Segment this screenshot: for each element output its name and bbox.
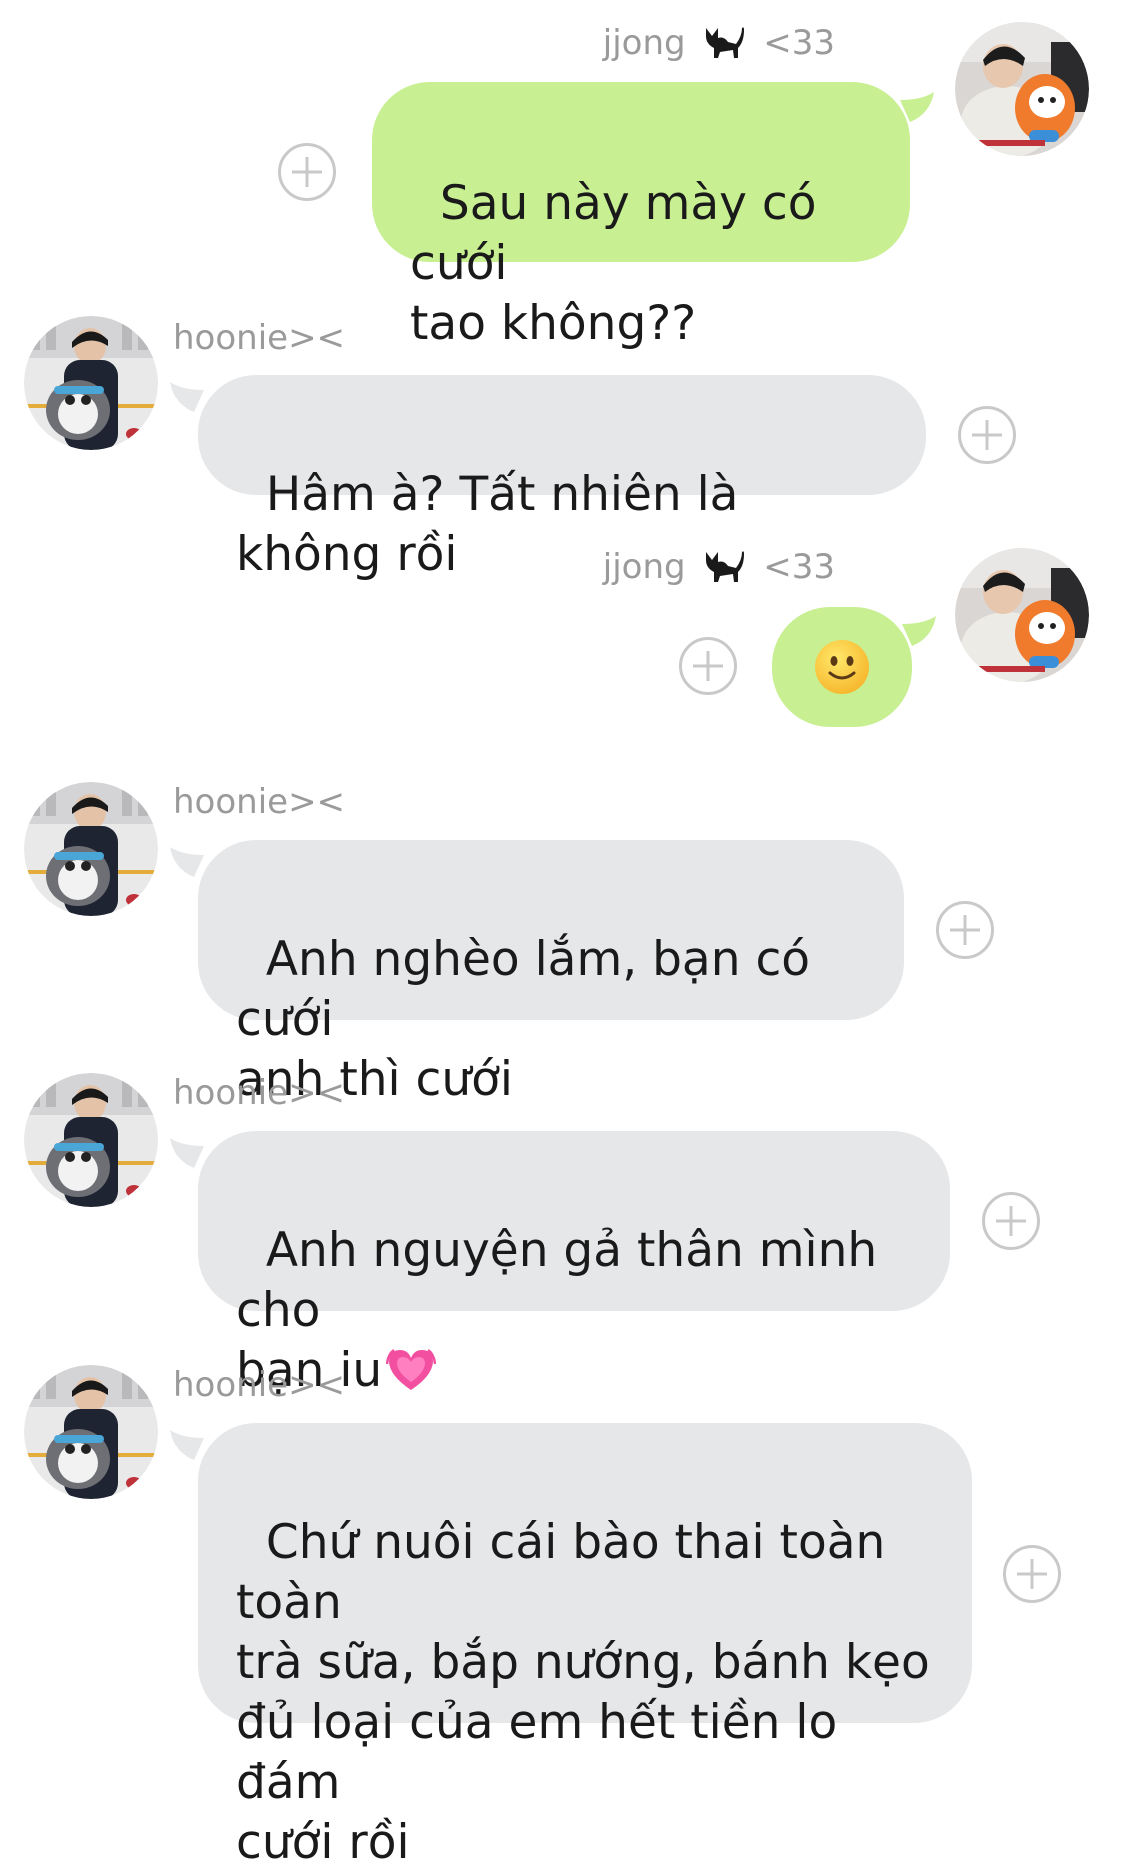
message-bubble-received[interactable]: Anh nguyện gả thân mình cho bạn iu xyxy=(198,1131,950,1398)
sender-suffix: <33 xyxy=(763,23,835,63)
add-reaction-button[interactable] xyxy=(936,901,994,959)
sender-label: hoonie>< xyxy=(173,1073,346,1113)
sender-label: jjong xyxy=(602,23,686,63)
sender-label: hoonie>< xyxy=(173,782,346,822)
sender-name-hoonie: hoonie>< xyxy=(173,782,345,822)
sender-suffix: <33 xyxy=(763,547,835,587)
sender-name-hoonie: hoonie>< xyxy=(173,1365,345,1405)
sender-name-hoonie: hoonie>< xyxy=(173,318,345,358)
add-reaction-button[interactable] xyxy=(278,143,336,201)
avatar-jjong[interactable] xyxy=(955,548,1089,682)
avatar-hoonie[interactable] xyxy=(24,782,158,916)
avatar-hoonie[interactable] xyxy=(24,1365,158,1499)
slightly-smiling-face-icon xyxy=(815,640,869,694)
avatar-hoonie[interactable] xyxy=(24,316,158,450)
bubble-tail xyxy=(170,847,204,877)
avatar-jjong[interactable] xyxy=(955,22,1089,156)
bubble-tail xyxy=(170,382,204,412)
message-bubble-sent[interactable] xyxy=(772,607,912,727)
add-reaction-button[interactable] xyxy=(958,406,1016,464)
add-reaction-button[interactable] xyxy=(1003,1545,1061,1603)
message-text: Sau này mày có cưới tao không?? xyxy=(410,176,817,351)
growing-heart-icon xyxy=(386,1348,437,1390)
sender-label: jjong xyxy=(602,547,686,587)
message-bubble-received[interactable]: Hâm à? Tất nhiên là không rồi xyxy=(198,375,926,582)
bubble-tail xyxy=(170,1430,204,1460)
sender-label: hoonie>< xyxy=(173,318,346,358)
message-text: Chứ nuôi cái bào thai toàn toàn trà sữa,… xyxy=(236,1515,930,1870)
bubble-tail xyxy=(902,616,936,646)
sender-name-hoonie: hoonie>< xyxy=(173,1073,345,1113)
bubble-tail xyxy=(170,1138,204,1168)
message-bubble-received[interactable]: Anh nghèo lắm, bạn có cưới anh thì cưới xyxy=(198,840,904,1107)
add-reaction-button[interactable] xyxy=(679,637,737,695)
message-bubble-sent[interactable]: Sau này mày có cưới tao không?? xyxy=(372,82,910,351)
avatar-hoonie[interactable] xyxy=(24,1073,158,1207)
sender-name-jjong: jjong <33 xyxy=(603,546,835,587)
black-cat-icon xyxy=(706,551,745,582)
message-bubble-received[interactable]: Chứ nuôi cái bào thai toàn toàn trà sữa,… xyxy=(198,1423,972,1870)
black-cat-icon xyxy=(706,27,745,58)
add-reaction-button[interactable] xyxy=(982,1192,1040,1250)
bubble-tail xyxy=(900,92,934,122)
sender-name-jjong: jjong <33 xyxy=(603,22,835,63)
sender-label: hoonie>< xyxy=(173,1365,346,1405)
